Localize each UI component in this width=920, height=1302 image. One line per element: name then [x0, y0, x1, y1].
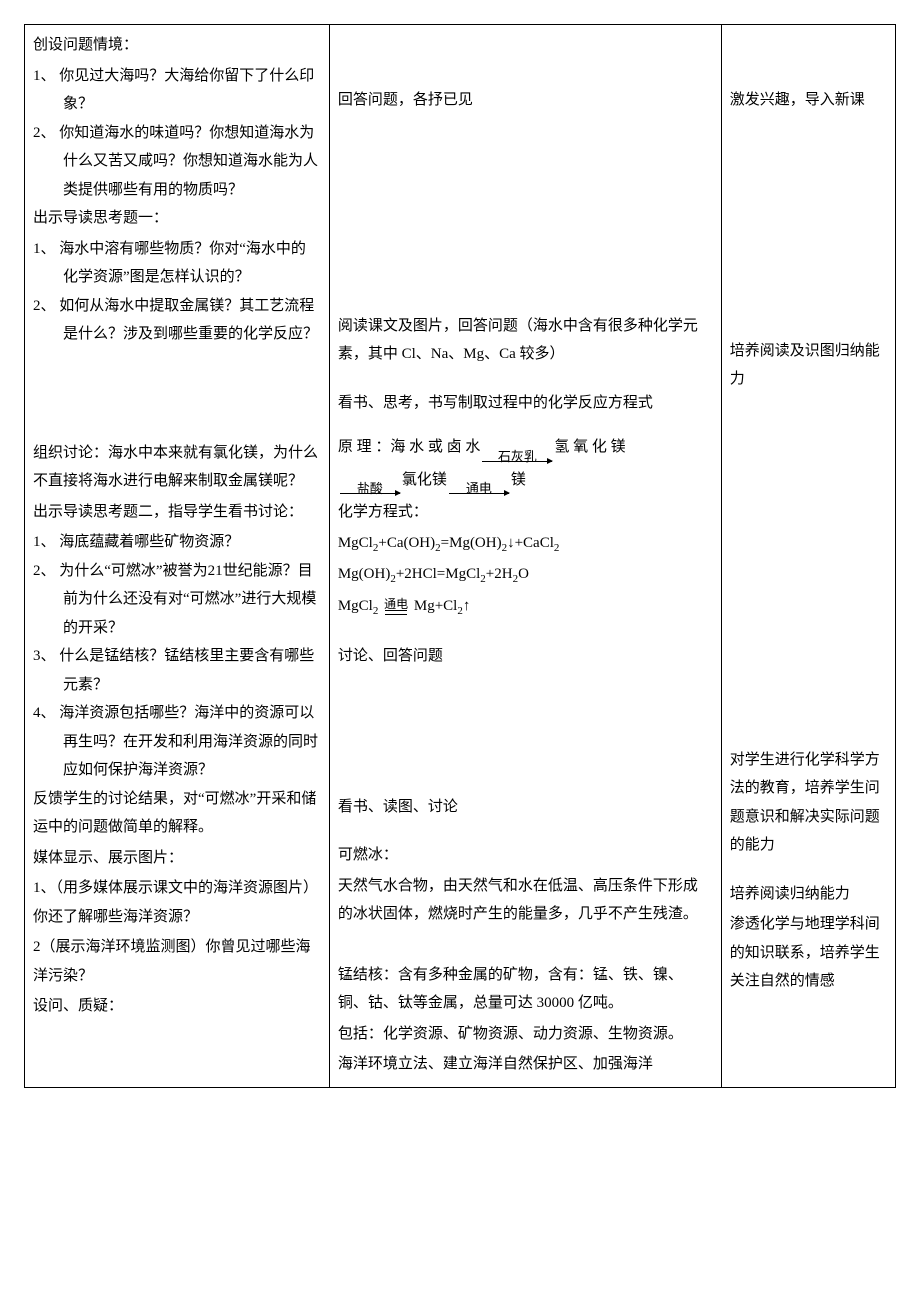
manganese-text: 锰结核：含有多种金属的矿物，含有：锰、铁、镍、铜、钴、钛等金属，总量可达 300…	[338, 961, 713, 1018]
situation-item-1: 1、 你见过大海吗？大海给你留下了什么印象？	[33, 62, 321, 119]
media-title: 媒体显示、展示图片：	[33, 844, 321, 873]
guide2-item-2: 2、 为什么“可燃冰”被誉为21世纪能源？目前为什么还没有对“可燃冰”进行大规模…	[33, 557, 321, 643]
electrolysis-equals-icon: 通电	[384, 598, 408, 615]
read-discuss: 看书、读图、讨论	[338, 793, 713, 822]
arrow-hcl-icon: 盐酸	[340, 482, 400, 494]
guide2-title: 出示导读思考题二，指导学生看书讨论：	[33, 498, 321, 527]
guide2-item-4: 4、 海洋资源包括哪些？海洋中的资源可以再生吗？在开发和利用海洋资源的同时应如何…	[33, 699, 321, 785]
note-3: 对学生进行化学科学方法的教育，培养学生问题意识和解决实际问题的能力	[730, 746, 887, 860]
reading-text: 阅读课文及图片，回答问题（海水中含有很多种化学元素，其中 Cl、Na、Mg、Ca…	[338, 312, 713, 369]
ask-text: 设问、质疑：	[33, 992, 321, 1021]
equation-2: Mg(OH)2+2HCl=MgCl2+2H2O	[338, 560, 713, 590]
principle-flow-2: 盐酸 氯化镁 通电 镁	[338, 466, 713, 495]
equation-3: MgCl2 通电 Mg+Cl2↑	[338, 592, 713, 622]
guide1-item-2: 2、 如何从海水中提取金属镁？其工艺流程是什么？涉及到哪些重要的化学反应？	[33, 292, 321, 349]
equation-1: MgCl2+Ca(OH)2=Mg(OH)2↓+CaCl2	[338, 529, 713, 559]
discuss-title: 组织讨论：海水中本来就有氯化镁，为什么不直接将海水进行电解来制取金属镁呢？	[33, 439, 321, 496]
situation-title: 创设问题情境：	[33, 31, 321, 60]
combustible-text: 天然气水合物，由天然气和水在低温、高压条件下形成的冰状固体，燃烧时产生的能量多，…	[338, 872, 713, 929]
arrow-electro-icon: 通电	[449, 482, 509, 494]
guide1-item-1: 1、 海水中溶有哪些物质？你对“海水中的化学资源”图是怎样认识的？	[33, 235, 321, 292]
guide2-item-3: 3、 什么是锰结核？锰结核里主要含有哪些元素？	[33, 642, 321, 699]
note-1: 激发兴趣，导入新课	[730, 86, 887, 115]
discuss-answer: 讨论、回答问题	[338, 642, 713, 671]
answer-1: 回答问题，各抒已见	[338, 86, 713, 115]
note-4: 培养阅读归纳能力	[730, 880, 887, 909]
combustible-label: 可燃冰：	[338, 841, 713, 870]
guide2-item-1: 1、 海底蕴藏着哪些矿物资源？	[33, 528, 321, 557]
principle-label: 原 理 ：	[338, 433, 391, 462]
includes-text: 包括：化学资源、矿物资源、动力资源、生物资源。	[338, 1020, 713, 1049]
lesson-plan-table: 创设问题情境： 1、 你见过大海吗？大海给你留下了什么印象？ 2、 你知道海水的…	[24, 24, 896, 1088]
flow-node-4: 镁	[511, 466, 526, 495]
guide1-title: 出示导读思考题一：	[33, 204, 321, 233]
feedback-text: 反馈学生的讨论结果，对“可燃冰”开采和储运中的问题做简单的解释。	[33, 785, 321, 842]
student-activity-cell: 回答问题，各抒已见 阅读课文及图片，回答问题（海水中含有很多种化学元素，其中 C…	[329, 25, 721, 1088]
note-2: 培养阅读及识图归纳能力	[730, 337, 887, 394]
arrow-lime-icon: 石灰乳	[482, 450, 552, 462]
note-5: 渗透化学与地理学科间的知识联系，培养学生关注自然的情感	[730, 910, 887, 996]
flow-node-3: 氯化镁	[402, 466, 447, 495]
equation-label: 化学方程式：	[338, 498, 713, 527]
situation-item-2: 2、 你知道海水的味道吗？你想知道海水为什么又苦又咸吗？你想知道海水能为人类提供…	[33, 119, 321, 205]
purpose-cell: 激发兴趣，导入新课 培养阅读及识图归纳能力 对学生进行化学科学方法的教育，培养学…	[721, 25, 895, 1088]
principle-flow-1: 原 理 ： 海 水 或 卤 水 石灰乳 氢 氧 化 镁	[338, 433, 713, 462]
law-text: 海洋环境立法、建立海洋自然保护区、加强海洋	[338, 1050, 713, 1079]
teacher-activity-cell: 创设问题情境： 1、 你见过大海吗？大海给你留下了什么印象？ 2、 你知道海水的…	[25, 25, 330, 1088]
media-item-1: 1、（用多媒体展示课文中的海洋资源图片）你还了解哪些海洋资源？	[33, 874, 321, 931]
media-item-2: 2（展示海洋环境监测图）你曾见过哪些海洋污染？	[33, 933, 321, 990]
writing-text: 看书、思考，书写制取过程中的化学反应方程式	[338, 389, 713, 418]
flow-node-1: 海 水 或 卤 水	[390, 433, 480, 462]
flow-node-2: 氢 氧 化 镁	[554, 433, 625, 462]
